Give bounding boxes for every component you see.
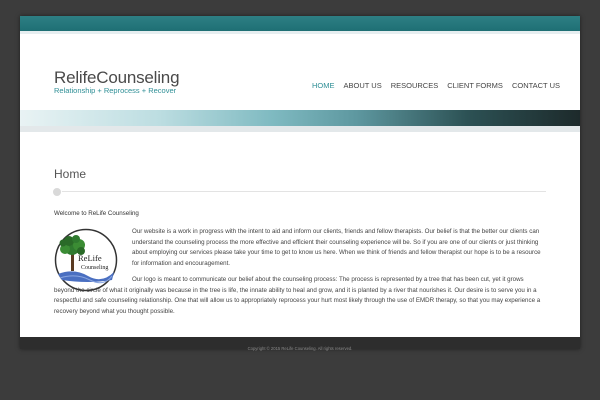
- nav-item-client-forms[interactable]: CLIENT FORMS: [447, 81, 503, 90]
- page-container: RelifeCounseling Relationship + Reproces…: [20, 16, 580, 351]
- logo-paragraph: Our logo is meant to communicate our bel…: [54, 275, 542, 317]
- site-title[interactable]: RelifeCounseling: [54, 68, 180, 88]
- main-nav: HOME ABOUT US RESOURCES CLIENT FORMS CON…: [312, 81, 560, 90]
- top-accent-bar: [20, 16, 580, 34]
- site-tagline: Relationship + Reprocess + Recover: [54, 86, 177, 95]
- nav-item-resources[interactable]: RESOURCES: [391, 81, 439, 90]
- nav-item-home[interactable]: HOME: [312, 81, 335, 90]
- nav-item-about-us[interactable]: ABOUT US: [344, 81, 382, 90]
- header-banner: [20, 110, 580, 126]
- site-footer: Copyright © 2015 ReLife Counseling. All …: [20, 337, 580, 351]
- copyright-text: Copyright © 2015 ReLife Counseling. All …: [247, 346, 353, 351]
- intro-paragraph: Our website is a work in progress with t…: [132, 228, 541, 267]
- logo-text-relife: ReLife: [78, 253, 102, 263]
- site-header: RelifeCounseling Relationship + Reproces…: [20, 34, 580, 110]
- title-divider: [54, 191, 546, 192]
- logo-paragraph-text: Our logo is meant to communicate our bel…: [54, 276, 541, 315]
- page-title: Home: [54, 167, 87, 181]
- welcome-text: Welcome to ReLife Counseling: [54, 210, 139, 217]
- divider-dot: [52, 187, 62, 197]
- logo-text-counseling: Counseling: [81, 265, 108, 271]
- nav-item-contact-us[interactable]: CONTACT US: [512, 81, 560, 90]
- banner-underline: [20, 126, 580, 132]
